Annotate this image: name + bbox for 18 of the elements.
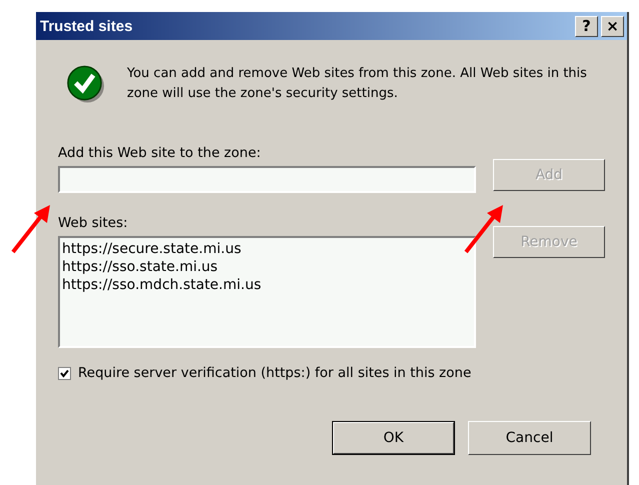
checkbox[interactable] [58, 366, 71, 380]
info-text: You can add and remove Web sites from this zone. All Web sites in this zone will use the zone's security settings. [127, 65, 588, 103]
website-item[interactable]: https://secure.state.mi.us [62, 240, 242, 258]
ok-button[interactable]: OK [332, 421, 455, 455]
website-list[interactable]: https://secure.state.mi.us https://sso.state.mi.us https://sso.mdch.state.mi.us [58, 236, 476, 348]
cancel-button[interactable]: Cancel [468, 421, 591, 455]
website-item[interactable]: https://sso.state.mi.us [62, 258, 218, 276]
close-button[interactable]: × [601, 16, 624, 36]
arrow-annotation [10, 203, 52, 255]
website-input-field[interactable] [58, 166, 476, 193]
help-button[interactable]: ? [575, 16, 598, 36]
window-title: Trusted sites [40, 18, 133, 34]
arrow-annotation [463, 203, 505, 255]
checkbox-label: Require server verification (https:) for all sites in this zone [78, 365, 472, 381]
list-label: Web sites: [58, 215, 129, 231]
website-item[interactable]: https://sso.mdch.state.mi.us [62, 276, 262, 294]
field-label: Add this Web site to the zone: [58, 145, 262, 161]
checkmark-icon [66, 64, 106, 104]
